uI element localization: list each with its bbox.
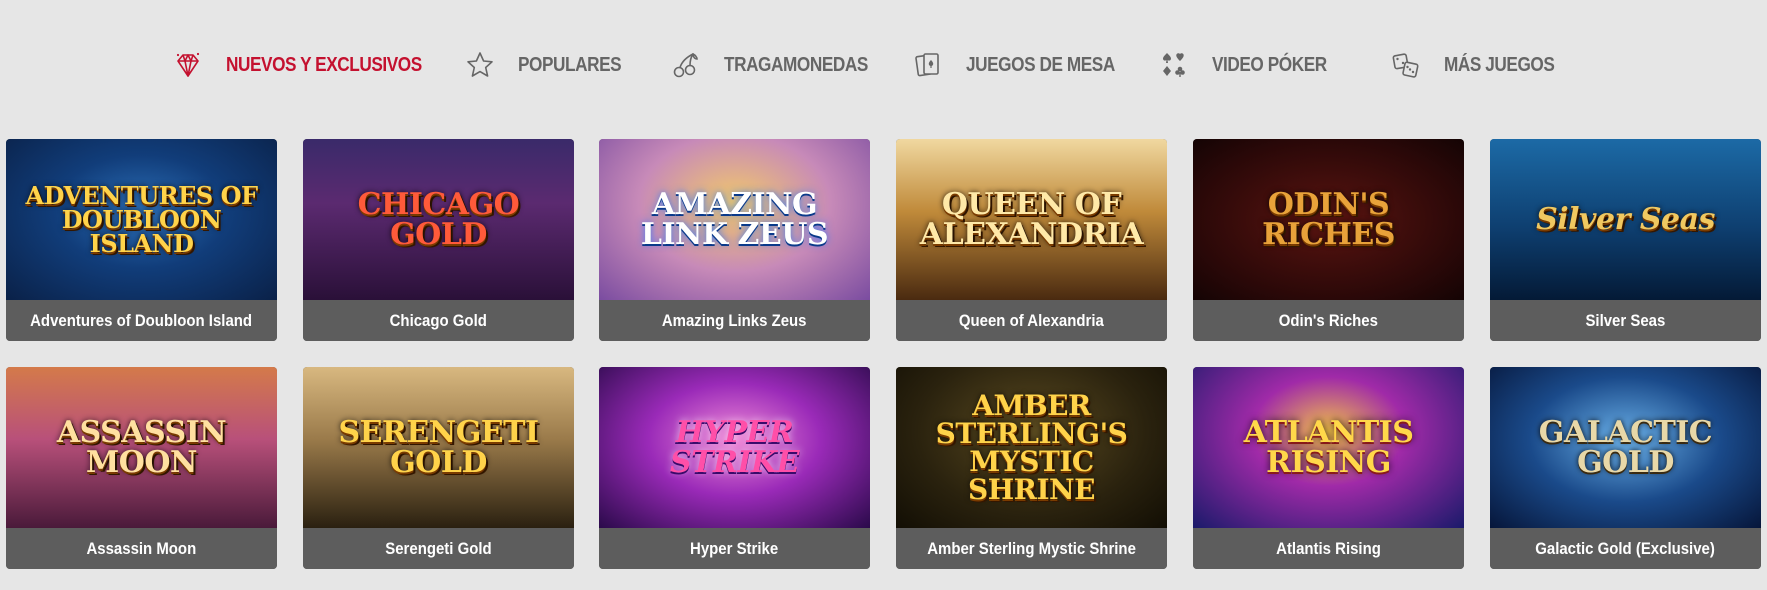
game-card[interactable]: Amazing Link Zeus Amazing Links Zeus [599,139,870,341]
nav-label: TRAGAMONEDAS [724,53,868,76]
game-card[interactable]: Odin's Riches Odin's Riches [1193,139,1464,341]
nav-item-juegos-de-mesa[interactable]: JUEGOS DE MESA [912,40,1139,90]
game-art-title: Odin's Riches [1262,186,1395,252]
game-art-title: Chicago Gold [357,186,520,252]
game-title-bar: Amazing Links Zeus [599,300,870,341]
game-title: Queen of Alexandria [959,310,1104,330]
game-art-title: Silver Seas [1536,201,1715,237]
game-card[interactable]: Serengeti Gold Serengeti Gold [303,367,574,569]
game-card[interactable]: Galactic Gold Galactic Gold (Exclusive) [1490,367,1761,569]
game-art-title: Galactic Gold [1538,414,1713,480]
game-thumbnail: Atlantis Rising [1193,367,1464,528]
game-card[interactable]: Assassin Moon Assassin Moon [6,367,277,569]
game-art-title: Queen of Alexandria [919,186,1144,252]
game-card[interactable]: Atlantis Rising Atlantis Rising [1193,367,1464,569]
cherries-icon [670,49,702,81]
game-title-bar: Hyper Strike [599,528,870,569]
game-title: Hyper Strike [690,538,779,558]
game-thumbnail: Odin's Riches [1193,139,1464,300]
game-title-bar: Serengeti Gold [303,528,574,569]
nav-item-populares[interactable]: POPULARES [464,40,638,90]
game-title: Adventures of Doubloon Island [30,310,253,330]
game-card[interactable]: Amber Sterling's Mystic Shrine Amber Ste… [896,367,1167,569]
diamond-icon [172,49,204,81]
nav-item-video-poker[interactable]: VIDEO PÓKER [1158,40,1345,90]
game-title: Chicago Gold [389,310,488,330]
game-thumbnail: Amazing Link Zeus [599,139,870,300]
game-title-bar: Queen of Alexandria [896,300,1167,341]
game-art-title: Atlantis Rising [1243,414,1414,480]
game-thumbnail: Hyper Strike [599,367,870,528]
game-thumbnail: Adventures of Doubloon Island [6,139,277,300]
nav-item-tragamonedas[interactable]: TRAGAMONEDAS [670,40,891,90]
game-card[interactable]: Adventures of Doubloon Island Adventures… [6,139,277,341]
playing-cards-icon [912,49,944,81]
game-title-bar: Odin's Riches [1193,300,1464,341]
game-title: Amazing Links Zeus [662,310,807,330]
nav-item-nuevos-y-exclusivos[interactable]: NUEVOS Y EXCLUSIVOS [172,40,454,90]
game-title: Serengeti Gold [385,538,492,558]
game-title: Silver Seas [1585,310,1666,330]
nav-item-mas-juegos[interactable]: MÁS JUEGOS [1390,40,1572,90]
nav-label: POPULARES [518,53,622,76]
game-thumbnail: Assassin Moon [6,367,277,528]
game-title-bar: Chicago Gold [303,300,574,341]
game-title: Assassin Moon [86,538,197,558]
game-art-title: Amber Sterling's Mystic Shrine [935,388,1128,506]
game-title-bar: Adventures of Doubloon Island [6,300,277,341]
nav-label: MÁS JUEGOS [1444,53,1555,76]
card-suits-icon [1158,49,1190,81]
game-title: Odin's Riches [1278,310,1379,330]
game-thumbnail: Chicago Gold [303,139,574,300]
game-art-title: Assassin Moon [56,414,227,480]
game-thumbnail: Serengeti Gold [303,367,574,528]
dice-icon [1390,49,1422,81]
nav-label: NUEVOS Y EXCLUSIVOS [226,53,422,76]
game-title-bar: Atlantis Rising [1193,528,1464,569]
game-title-bar: Silver Seas [1490,300,1761,341]
game-title-bar: Galactic Gold (Exclusive) [1490,528,1761,569]
game-art-title: Adventures of Doubloon Island [25,180,258,258]
nav-label: JUEGOS DE MESA [966,53,1115,76]
game-card[interactable]: Chicago Gold Chicago Gold [303,139,574,341]
game-title-bar: Amber Sterling Mystic Shrine [896,528,1167,569]
game-title-bar: Assassin Moon [6,528,277,569]
game-art-title: Serengeti Gold [338,414,539,480]
game-card[interactable]: Hyper Strike Hyper Strike [599,367,870,569]
game-thumbnail: Silver Seas [1490,139,1761,300]
game-card[interactable]: Silver Seas Silver Seas [1490,139,1761,341]
game-title: Atlantis Rising [1276,538,1381,558]
game-art-title: Hyper Strike [670,414,799,480]
game-title: Amber Sterling Mystic Shrine [927,538,1136,558]
game-title: Galactic Gold (Exclusive) [1535,538,1716,558]
game-thumbnail: Queen of Alexandria [896,139,1167,300]
game-art-title: Amazing Link Zeus [640,186,829,252]
game-thumbnail: Amber Sterling's Mystic Shrine [896,367,1167,528]
game-card[interactable]: Queen of Alexandria Queen of Alexandria [896,139,1167,341]
star-icon [464,49,496,81]
category-nav: NUEVOS Y EXCLUSIVOS POPULARES TRAGAMONED… [0,40,1767,90]
game-thumbnail: Galactic Gold [1490,367,1761,528]
nav-label: VIDEO PÓKER [1212,53,1327,76]
